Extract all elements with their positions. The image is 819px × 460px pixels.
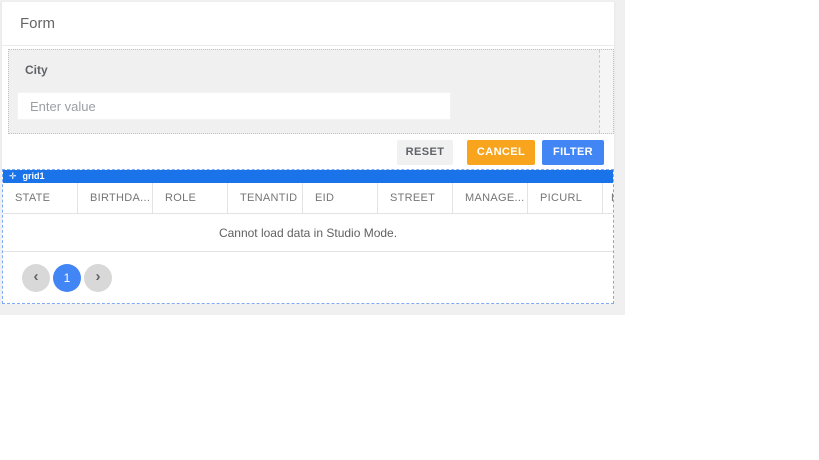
grid-widget[interactable]: ✛ grid1 STATE BIRTHDA... ROLE TENANTID E… bbox=[2, 169, 614, 304]
column-header-picurl[interactable]: PICURL bbox=[528, 183, 603, 213]
form-dropzone: City bbox=[8, 49, 614, 134]
city-field-label: City bbox=[25, 63, 48, 77]
column-header-manager[interactable]: MANAGE... bbox=[453, 183, 528, 213]
current-page-button[interactable]: 1 bbox=[53, 263, 81, 292]
grid-empty-row: Cannot load data in Studio Mode. bbox=[3, 214, 613, 252]
column-header-eid[interactable]: EID bbox=[303, 183, 378, 213]
prev-page-button[interactable]: ‹ bbox=[22, 263, 50, 292]
page: Form City RESET CANCEL FILTER ✛ grid1 ST… bbox=[0, 0, 819, 460]
move-icon[interactable]: ✛ bbox=[9, 170, 17, 183]
grid-header-row: STATE BIRTHDA... ROLE TENANTID EID STREE… bbox=[3, 183, 613, 214]
grid-widget-name[interactable]: grid1 bbox=[23, 170, 45, 183]
column-header-state[interactable]: STATE bbox=[3, 183, 78, 213]
column-header-street[interactable]: STREET bbox=[378, 183, 453, 213]
form-title-row: Form bbox=[2, 2, 614, 46]
cancel-button[interactable]: CANCEL bbox=[467, 139, 535, 165]
grid-widget-titlebar[interactable]: ✛ grid1 bbox=[3, 170, 613, 183]
column-header-tenantid[interactable]: TENANTID bbox=[228, 183, 303, 213]
dropzone-resize-strip[interactable] bbox=[599, 50, 613, 133]
studio-mode-message: Cannot load data in Studio Mode. bbox=[218, 225, 398, 240]
filter-button[interactable]: FILTER bbox=[542, 139, 604, 165]
editor-canvas: Form City RESET CANCEL FILTER ✛ grid1 ST… bbox=[0, 0, 625, 315]
column-header-clipped[interactable]: F bbox=[603, 183, 613, 213]
grid-pagination: ‹ 1 › bbox=[3, 252, 613, 303]
form-button-row: RESET CANCEL FILTER bbox=[2, 134, 614, 170]
column-header-birthday[interactable]: BIRTHDA... bbox=[78, 183, 153, 213]
column-header-role[interactable]: ROLE bbox=[153, 183, 228, 213]
chevron-left-icon: ‹ bbox=[33, 268, 39, 285]
reset-button[interactable]: RESET bbox=[397, 139, 453, 165]
city-input[interactable] bbox=[17, 92, 451, 120]
form-widget: Form City RESET CANCEL FILTER bbox=[2, 2, 614, 170]
chevron-right-icon: › bbox=[95, 268, 101, 285]
next-page-button[interactable]: › bbox=[84, 263, 112, 292]
form-title: Form bbox=[20, 15, 55, 32]
